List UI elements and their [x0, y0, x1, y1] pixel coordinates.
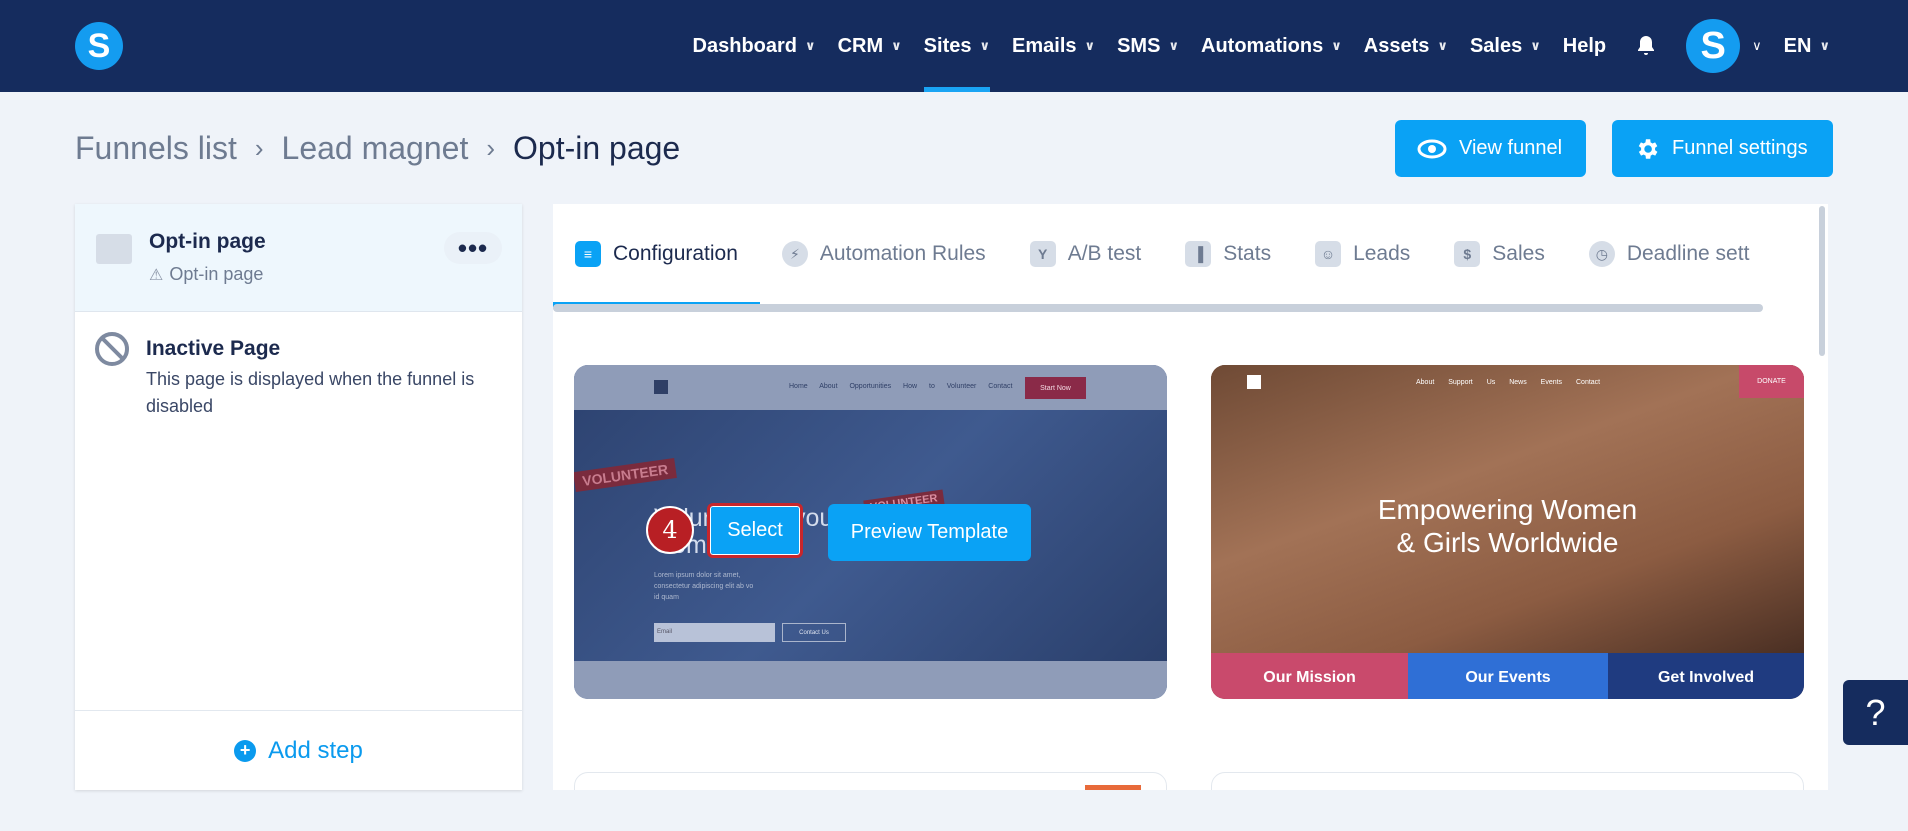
- template-body: Lorem ipsum dolor sit amet, consectetur …: [654, 572, 754, 601]
- clock-icon: ◷: [1588, 241, 1615, 267]
- template-accent: [1085, 785, 1141, 790]
- template-email-field: Email: [654, 623, 775, 642]
- view-funnel-label: View funnel: [1459, 137, 1563, 159]
- template-strip-mission: Our Mission: [1211, 653, 1408, 699]
- chevron-down-icon: ∨: [1084, 38, 1096, 53]
- step-subtitle: ⚠ Opt-in page: [149, 264, 263, 285]
- inactive-page-item[interactable]: Inactive Page This page is displayed whe…: [75, 312, 522, 432]
- step-subtitle-text: Opt-in page: [169, 264, 264, 284]
- tab-leads[interactable]: ☺ Leads: [1293, 204, 1432, 304]
- page-icon: [96, 234, 132, 264]
- nav-item-assets[interactable]: Assets ∨: [1364, 0, 1448, 92]
- template-contact-button: Contact Us: [782, 623, 846, 642]
- warning-icon: ⚠: [149, 266, 164, 284]
- template-card[interactable]: [574, 772, 1167, 790]
- template-strip-events: Our Events: [1408, 653, 1608, 699]
- nav-item-crm[interactable]: CRM ∨: [838, 0, 902, 92]
- step-number-badge: 4: [646, 506, 694, 554]
- eye-icon: [1417, 139, 1447, 158]
- nav-item-help[interactable]: Help: [1563, 0, 1606, 92]
- chevron-down-icon: ∨: [979, 38, 991, 53]
- bell-icon[interactable]: [1634, 34, 1658, 58]
- select-template-button[interactable]: Select: [707, 503, 803, 558]
- template-footer: [574, 661, 1167, 699]
- preview-template-button[interactable]: Preview Template: [828, 504, 1031, 561]
- split-icon: Y: [1029, 241, 1056, 267]
- breadcrumb-lead-magnet[interactable]: Lead magnet: [282, 130, 469, 167]
- step-item-opt-in[interactable]: Opt-in page ⚠ Opt-in page •••: [75, 204, 522, 312]
- sliders-icon: ≡: [575, 241, 601, 267]
- step-title: Opt-in page: [149, 230, 266, 253]
- template-nav-cta: Start Now: [1025, 377, 1086, 399]
- nav-item-sms[interactable]: SMS ∨: [1117, 0, 1179, 92]
- help-button[interactable]: ?: [1843, 680, 1908, 745]
- funnel-settings-button[interactable]: Funnel settings: [1612, 120, 1833, 177]
- top-navigation: S Dashboard ∨ CRM ∨ Sites ∨ Emails ∨ SMS ∨ Au…: [0, 0, 1908, 92]
- template-nav-links: About Support Us News Events Contact: [1416, 379, 1601, 386]
- template-preview-nav: Home About Opportunities How to Voluntee…: [574, 365, 1167, 410]
- template-stamp: VOLUNTEER: [574, 457, 678, 493]
- tab-scrollbar[interactable]: [553, 304, 1763, 312]
- template-nav-links: Home About Opportunities How to Voluntee…: [789, 383, 1013, 390]
- chevron-right-icon: ›: [254, 133, 264, 163]
- view-funnel-button[interactable]: View funnel: [1395, 120, 1586, 177]
- template-card-women[interactable]: About Support Us News Events Contact DON…: [1211, 365, 1804, 699]
- app-logo[interactable]: S: [75, 22, 123, 70]
- plus-circle-icon: +: [234, 739, 257, 762]
- language-selector[interactable]: EN ∨: [1784, 0, 1830, 92]
- nav-item-sites[interactable]: Sites ∨: [923, 0, 991, 92]
- template-card-volunteer[interactable]: Home About Opportunities How to Voluntee…: [574, 365, 1167, 699]
- step-menu-button[interactable]: •••: [444, 232, 502, 264]
- add-step-label: Add step: [268, 736, 363, 764]
- template-logo-icon: [1247, 375, 1261, 389]
- nav-item-dashboard[interactable]: Dashboard ∨: [693, 0, 816, 92]
- gear-icon: [1638, 138, 1658, 159]
- disabled-icon: [95, 332, 129, 366]
- chevron-down-icon: ∨: [1530, 38, 1541, 53]
- page-title: Opt-in page: [513, 130, 681, 166]
- funnel-settings-label: Funnel settings: [1672, 137, 1808, 159]
- chevron-down-icon: ∨: [1819, 38, 1830, 53]
- template-donate-button: DONATE: [1739, 365, 1804, 398]
- inactive-page-title: Inactive Page: [146, 337, 281, 360]
- template-heading-line: Empowering Women: [1377, 494, 1638, 525]
- chevron-down-icon[interactable]: ∨: [1752, 38, 1762, 54]
- tab-automation-rules[interactable]: ⚡ Automation Rules: [760, 204, 1008, 304]
- bar-chart-icon: ▐: [1185, 241, 1212, 267]
- chevron-down-icon: ∨: [1331, 38, 1342, 53]
- add-step-button[interactable]: + Add step: [75, 710, 522, 790]
- breadcrumb-funnels-list[interactable]: Funnels list: [75, 130, 237, 167]
- nav-item-automations[interactable]: Automations ∨: [1201, 0, 1342, 92]
- vertical-scrollbar[interactable]: [1819, 206, 1825, 356]
- tab-deadline-settings[interactable]: ◷ Deadline sett: [1567, 204, 1772, 304]
- tab-ab-test[interactable]: Y A/B test: [1008, 204, 1164, 304]
- nav-item-emails[interactable]: Emails ∨: [1012, 0, 1095, 92]
- breadcrumb: Funnels list › Lead magnet › Opt-in page: [75, 130, 680, 167]
- dollar-icon: $: [1454, 241, 1481, 267]
- tab-configuration[interactable]: ≡ Configuration: [553, 204, 760, 307]
- tab-sales[interactable]: $ Sales: [1432, 204, 1567, 304]
- tab-bar: ≡ Configuration ⚡ Automation Rules Y A/B te…: [553, 204, 1823, 307]
- nav-item-sales[interactable]: Sales ∨: [1470, 0, 1541, 92]
- template-hero-image: About Support Us News Events Contact DON…: [1211, 365, 1804, 653]
- bolt-icon: ⚡: [781, 241, 808, 267]
- template-heading: Empowering Women & Girls Worldwide: [1211, 493, 1804, 559]
- chevron-right-icon: ›: [486, 133, 495, 163]
- user-avatar[interactable]: S: [1686, 19, 1741, 73]
- chevron-down-icon: ∨: [1437, 38, 1448, 53]
- template-panel: ≡ Configuration ⚡ Automation Rules Y A/B te…: [553, 204, 1828, 790]
- inactive-page-description: This page is displayed when the funnel i…: [146, 369, 475, 416]
- chevron-down-icon: ∨: [1168, 38, 1179, 53]
- nav-menu: Dashboard ∨ CRM ∨ Sites ∨ Emails ∨ SMS ∨ Auto…: [671, 0, 1830, 92]
- template-logo-icon: [654, 380, 668, 394]
- template-heading-line: & Girls Worldwide: [1396, 527, 1619, 558]
- template-strip-involved: Get Involved: [1608, 653, 1804, 699]
- users-icon: ☺: [1315, 241, 1342, 267]
- chevron-down-icon: ∨: [805, 38, 816, 53]
- template-card[interactable]: [1211, 772, 1804, 790]
- tab-stats[interactable]: ▐ Stats: [1163, 204, 1293, 304]
- chevron-down-icon: ∨: [891, 38, 902, 53]
- funnel-steps-panel: Opt-in page ⚠ Opt-in page ••• Inactive Pa…: [75, 204, 522, 790]
